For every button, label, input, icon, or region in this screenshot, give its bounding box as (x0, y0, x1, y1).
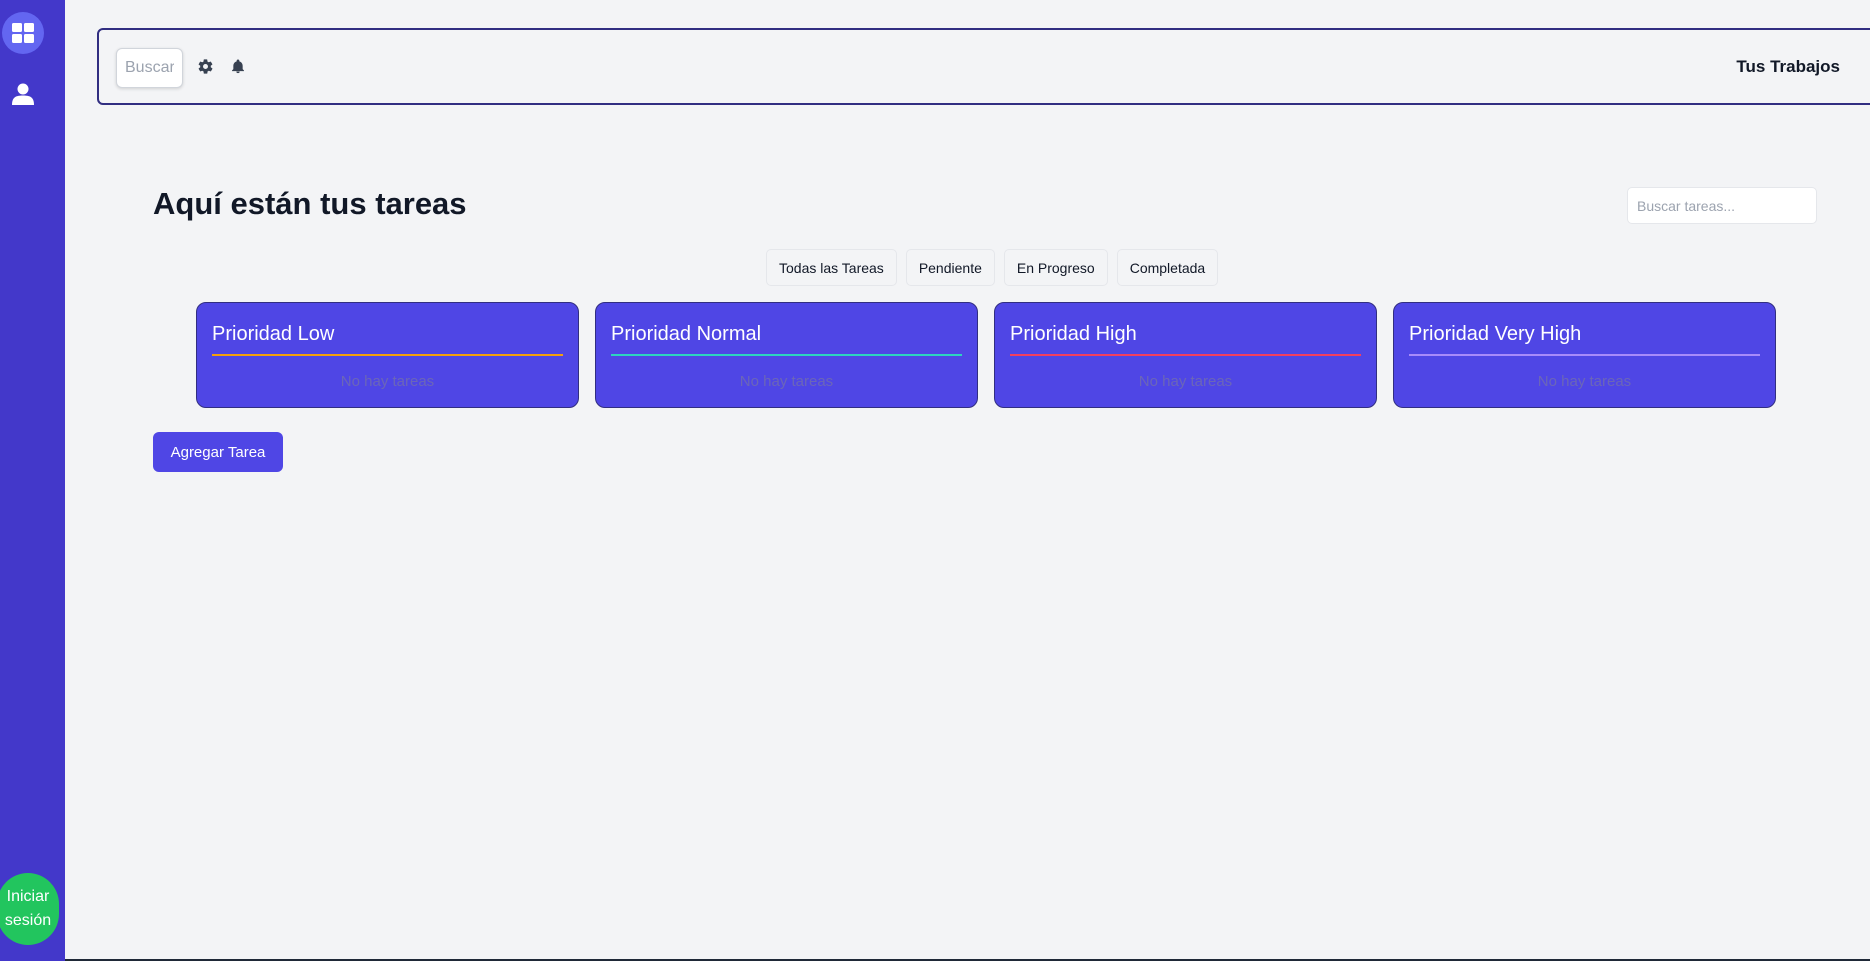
sidebar-item-profile[interactable] (2, 73, 44, 115)
column-title: Prioridad Low (212, 323, 335, 345)
sidebar-item-dashboard[interactable] (2, 12, 44, 54)
gear-icon[interactable] (197, 58, 214, 80)
dashboard-icon (12, 23, 34, 43)
column-title: Prioridad High (1010, 323, 1137, 345)
filter-pending-button[interactable]: Pendiente (905, 249, 995, 286)
column-accent-line (1409, 354, 1760, 356)
priority-column-low: Prioridad Low No hay tareas (196, 302, 579, 408)
column-accent-line (1010, 354, 1361, 356)
task-search-input[interactable] (1627, 187, 1817, 224)
priority-column-very-high: Prioridad Very High No hay tareas (1393, 302, 1776, 408)
empty-state: No hay tareas (739, 373, 834, 390)
priority-columns: Prioridad Low No hay tareas Prioridad No… (196, 302, 1776, 408)
empty-state: No hay tareas (1138, 373, 1233, 390)
column-title: Prioridad Very High (1409, 323, 1582, 345)
filter-completed-button[interactable]: Completada (1116, 249, 1219, 286)
page-title: Aquí están tus tareas (153, 186, 467, 221)
top-search-input[interactable] (116, 48, 183, 88)
bell-icon[interactable] (230, 58, 246, 80)
sidebar: Iniciar sesión (0, 0, 65, 961)
filter-all-button[interactable]: Todas las Tareas (766, 249, 897, 286)
empty-state: No hay tareas (1537, 373, 1632, 390)
login-button[interactable]: Iniciar sesión (0, 873, 59, 945)
column-title: Prioridad Normal (611, 323, 762, 345)
login-label: Iniciar sesión (4, 888, 52, 929)
column-accent-line (611, 354, 962, 356)
column-accent-line (212, 354, 563, 356)
priority-column-normal: Prioridad Normal No hay tareas (595, 302, 978, 408)
status-filter-bar: Todas las Tareas Pendiente En Progreso C… (766, 249, 1219, 286)
top-bar: Tus Trabajos (97, 28, 1870, 105)
priority-column-high: Prioridad High No hay tareas (994, 302, 1377, 408)
filter-in-progress-button[interactable]: En Progreso (1003, 249, 1108, 286)
empty-state: No hay tareas (340, 373, 435, 390)
add-task-button[interactable]: Agregar Tarea (153, 432, 283, 472)
page-header-title: Tus Trabajos (1736, 57, 1840, 76)
user-icon (12, 83, 34, 105)
